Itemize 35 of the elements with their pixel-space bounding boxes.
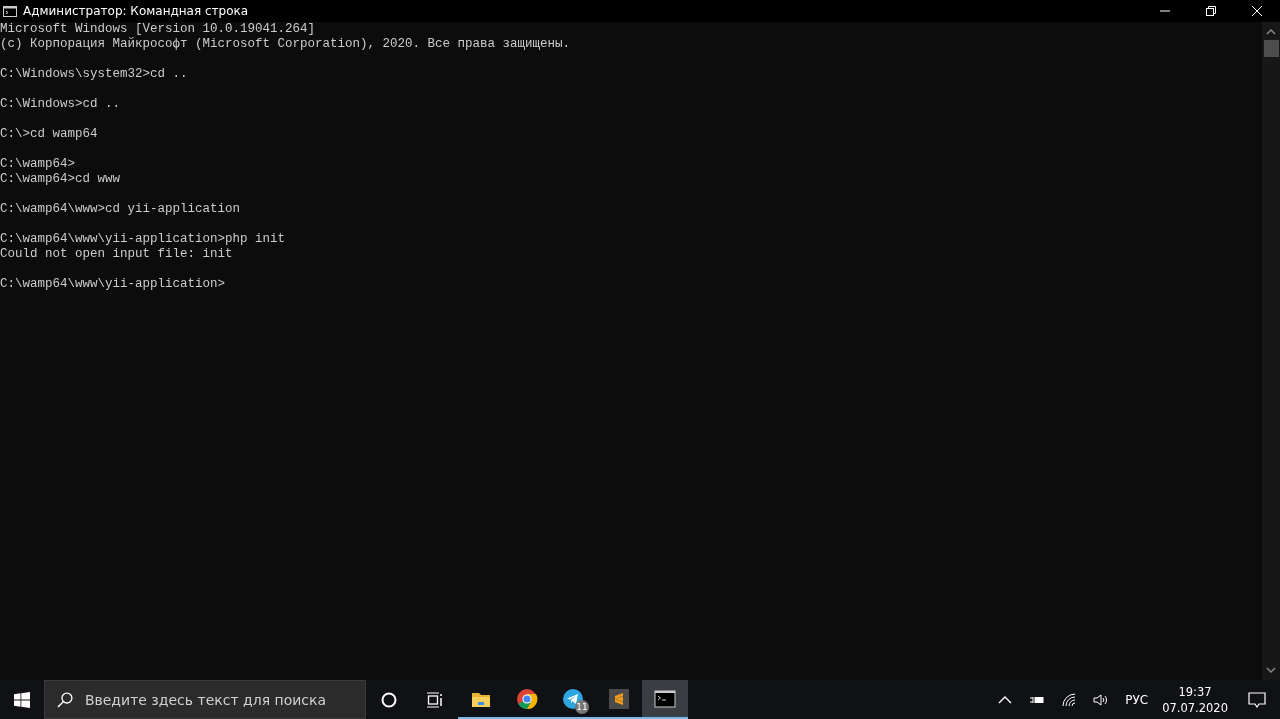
console-icon [3, 5, 17, 17]
speaker-icon [1093, 691, 1110, 708]
clock-date: 07.07.2020 [1162, 699, 1228, 716]
console-icon [654, 687, 676, 710]
restore-icon [1206, 6, 1216, 16]
console-line: C:\wamp64>cd www [0, 172, 121, 187]
console-line: Could not open input file: init [0, 247, 233, 262]
search-icon [57, 691, 73, 708]
taskbar-app-button[interactable] [642, 680, 688, 719]
console-line: (c) Корпорация Майкрософт (Microsoft Corporation), 2020. Все права защищены. [0, 37, 571, 52]
console-line: C:\>cd wamp64 [0, 127, 98, 142]
taskbar-app-button[interactable]: 11 [550, 680, 596, 719]
clock-button[interactable]: 19:37 07.07.2020 [1156, 680, 1234, 719]
window-title: Администратор: Командная строка [23, 4, 250, 18]
windows-icon [14, 691, 30, 708]
chrome-icon [516, 687, 538, 710]
notification-count: 11 [575, 700, 589, 714]
speech-bubble-icon [1248, 691, 1266, 708]
console-line: C:\Windows\system32>cd .. [0, 67, 188, 82]
scroll-down-icon[interactable] [1266, 666, 1276, 674]
close-icon [1252, 6, 1262, 16]
console-line: C:\wamp64> [0, 157, 75, 172]
language-indicator[interactable]: РУС [1117, 680, 1157, 719]
search-field[interactable]: Введите здесь текст для поиска [82, 690, 365, 709]
wifi-icon [1061, 691, 1078, 708]
scroll-up-icon[interactable] [1266, 28, 1276, 36]
console-line: Microsoft Windows [Version 10.0.19041.264] [0, 22, 316, 37]
console-line: C:\Windows>cd .. [0, 97, 121, 112]
scrollbar-thumb[interactable] [1263, 40, 1279, 57]
clock-time: 19:37 [1178, 683, 1212, 700]
console-line: C:\wamp64\www\yii-application>php init [0, 232, 286, 247]
search-bar[interactable]: Введите здесь текст для поиска [44, 680, 366, 719]
console-line: C:\wamp64\www\yii-application> [0, 277, 226, 292]
console-line: C:\wamp64\www>cd yii-application [0, 202, 241, 217]
sublime-icon [608, 687, 630, 710]
